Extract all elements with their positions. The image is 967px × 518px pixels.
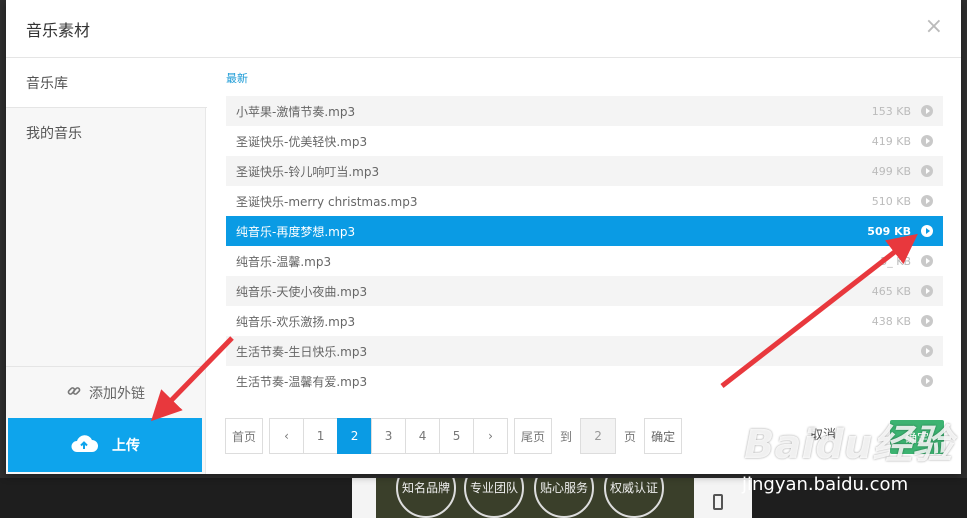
play-icon[interactable] — [921, 195, 933, 207]
track-row[interactable]: 纯音乐-再度梦想.mp3 509 KB — [226, 216, 943, 246]
upload-button[interactable]: 上传 — [8, 418, 202, 472]
track-name: 小苹果-激情节奏.mp3 — [236, 104, 356, 119]
track-row[interactable]: 纯音乐-天使小夜曲.mp3 465 KB — [226, 276, 943, 306]
music-modal: 音乐素材 × 音乐库 我的音乐 添加外链 上传 最新 小苹果-激情节奏.mp3 … — [6, 0, 961, 474]
watermark-url: jingyan.baidu.com — [742, 474, 909, 495]
track-row[interactable]: 圣诞快乐-优美轻快.mp3 419 KB — [226, 126, 943, 156]
page-5-button[interactable]: 5 — [439, 418, 475, 454]
track-size: 509 KB — [867, 224, 911, 238]
track-size: 510 KB — [871, 194, 911, 208]
track-size: 499 KB — [871, 164, 911, 178]
sidebar-item-music-library[interactable]: 音乐库 — [6, 58, 207, 108]
modal-title: 音乐素材 — [26, 20, 91, 40]
goto-page-input[interactable]: 2 — [580, 418, 617, 454]
track-size: 153 KB — [871, 104, 911, 118]
page-3-button[interactable]: 3 — [371, 418, 407, 454]
cloud-upload-icon — [70, 433, 98, 457]
track-size: 438 KB — [871, 314, 911, 328]
badge-cert: 权威认证 — [604, 478, 664, 518]
first-page-button[interactable]: 首页 — [225, 418, 264, 454]
play-icon[interactable] — [921, 135, 933, 147]
track-size: 419 KB — [871, 134, 911, 148]
track-name: 纯音乐-欢乐激扬.mp3 — [236, 314, 356, 329]
sidebar: 音乐库 我的音乐 添加外链 上传 — [6, 58, 207, 474]
badge-team: 专业团队 — [464, 478, 524, 518]
watermark-logo: Baidu经验 — [744, 422, 953, 468]
play-icon[interactable] — [921, 165, 933, 177]
track-row[interactable]: 小苹果-激情节奏.mp3 153 KB — [226, 96, 943, 126]
last-page-button[interactable]: 尾页 — [514, 418, 553, 454]
add-external-link-button[interactable]: 添加外链 — [6, 366, 206, 418]
track-name: 圣诞快乐-merry christmas.mp3 — [236, 194, 418, 209]
play-icon[interactable] — [921, 315, 933, 327]
play-icon[interactable] — [921, 285, 933, 297]
sidebar-item-label: 我的音乐 — [26, 126, 82, 142]
modal-header: 音乐素材 × — [6, 0, 961, 58]
close-icon[interactable]: × — [925, 14, 943, 40]
track-row[interactable]: 纯音乐-欢乐激扬.mp3 438 KB — [226, 306, 943, 336]
upload-label: 上传 — [112, 438, 140, 454]
play-icon[interactable] — [921, 225, 933, 237]
play-icon[interactable] — [921, 105, 933, 117]
play-icon[interactable] — [921, 345, 933, 357]
add-external-link-label: 添加外链 — [89, 385, 145, 402]
goto-suffix: 页 — [624, 429, 637, 444]
page-4-button[interactable]: 4 — [405, 418, 441, 454]
link-icon — [67, 384, 81, 402]
phone-icon — [713, 494, 723, 510]
track-row[interactable]: 生活节奏-生日快乐.mp3 — [226, 336, 943, 366]
track-size: 5_ KB — [880, 254, 911, 268]
track-row[interactable]: 圣诞快乐-铃儿响叮当.mp3 499 KB — [226, 156, 943, 186]
section-label: 最新 — [226, 72, 248, 85]
track-size: 465 KB — [871, 284, 911, 298]
goto-prefix: 到 — [560, 429, 573, 444]
play-icon[interactable] — [921, 255, 933, 267]
track-name: 纯音乐-再度梦想.mp3 — [236, 224, 356, 239]
track-name: 圣诞快乐-铃儿响叮当.mp3 — [236, 164, 380, 179]
background-phone-screen: 知名品牌 专业团队 贴心服务 权威认证 — [376, 478, 694, 518]
track-name: 生活节奏-生日快乐.mp3 — [236, 344, 368, 359]
track-name: 纯音乐-温馨.mp3 — [236, 254, 332, 269]
goto-confirm-button[interactable]: 确定 — [644, 418, 683, 454]
track-row[interactable]: 生活节奏-温馨有爱.mp3 — [226, 366, 943, 396]
track-row[interactable]: 圣诞快乐-merry christmas.mp3 510 KB — [226, 186, 943, 216]
badge-service: 贴心服务 — [534, 478, 594, 518]
track-list: 小苹果-激情节奏.mp3 153 KB 圣诞快乐-优美轻快.mp3 419 KB 圣诞快… — [226, 96, 943, 396]
sidebar-item-label: 音乐库 — [26, 75, 68, 92]
page-2-button[interactable]: 2 — [337, 418, 373, 454]
page-1-button[interactable]: 1 — [303, 418, 339, 454]
play-icon[interactable] — [921, 375, 933, 387]
pagination: 首页 ‹ 1 2 3 4 5 › 尾页 到 2 页 确定 — [225, 418, 683, 454]
track-row[interactable]: 纯音乐-温馨.mp3 5_ KB — [226, 246, 943, 276]
track-name: 纯音乐-天使小夜曲.mp3 — [236, 284, 368, 299]
next-page-button[interactable]: › — [473, 418, 509, 454]
prev-page-button[interactable]: ‹ — [269, 418, 305, 454]
badge-brand: 知名品牌 — [396, 478, 456, 518]
sidebar-item-my-music[interactable]: 我的音乐 — [6, 108, 205, 158]
track-name: 生活节奏-温馨有爱.mp3 — [236, 374, 368, 389]
track-name: 圣诞快乐-优美轻快.mp3 — [236, 134, 368, 149]
